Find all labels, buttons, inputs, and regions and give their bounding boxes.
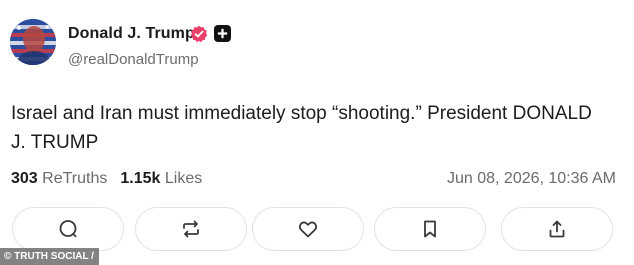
likes-count: 1.15k	[120, 170, 161, 187]
watermark: © TRUTH SOCIAL /	[0, 248, 99, 265]
post-stats: 303 ReTruths 1.15k Likes	[11, 170, 202, 188]
display-name[interactable]: Donald J. Trump	[68, 25, 195, 43]
user-handle[interactable]: @realDonaldTrump	[68, 51, 199, 68]
bookmark-button[interactable]	[374, 207, 486, 251]
retruths-count: 303	[11, 170, 38, 187]
retruth-button[interactable]	[135, 207, 247, 251]
bookmark-icon	[424, 220, 436, 238]
reply-button[interactable]	[12, 207, 124, 251]
comment-icon	[59, 220, 77, 238]
avatar-image	[10, 19, 56, 65]
share-icon	[549, 220, 565, 238]
avatar[interactable]	[10, 19, 56, 65]
like-button[interactable]	[252, 207, 364, 251]
likes-label: Likes	[164, 170, 203, 187]
plus-badge-icon	[214, 25, 231, 42]
retruths-label: ReTruths	[42, 170, 108, 187]
retruths-stat[interactable]: 303 ReTruths	[11, 170, 107, 187]
post-body: Israel and Iran must immediately stop “s…	[11, 103, 592, 153]
heart-icon	[298, 221, 318, 238]
repost-icon	[183, 220, 199, 238]
likes-stat[interactable]: 1.15k Likes	[120, 170, 202, 187]
share-button[interactable]	[501, 207, 613, 251]
verified-badge-icon	[190, 25, 208, 43]
post-timestamp[interactable]: Jun 08, 2026, 10:36 AM	[447, 170, 616, 188]
